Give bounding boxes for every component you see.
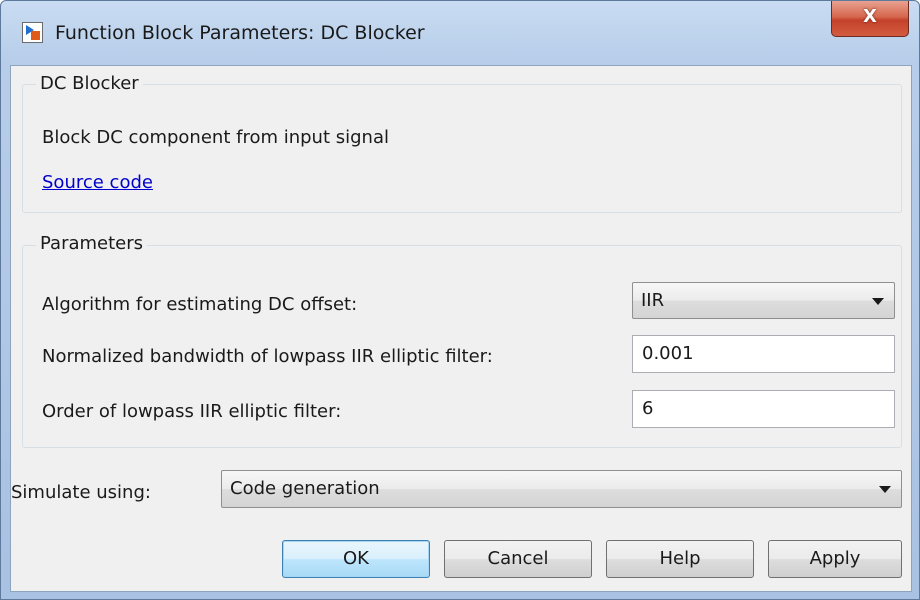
algorithm-label: Algorithm for estimating DC offset: (42, 294, 358, 315)
close-icon: X (863, 6, 877, 27)
simulate-using-value: Code generation (230, 478, 380, 499)
block-description-text: Block DC component from input signal (42, 127, 389, 148)
order-input[interactable]: 6 (632, 390, 895, 428)
help-button[interactable]: Help (606, 540, 754, 578)
algorithm-value: IIR (641, 290, 665, 311)
bandwidth-label: Normalized bandwidth of lowpass IIR elli… (42, 346, 493, 367)
ok-button[interactable]: OK (282, 540, 430, 578)
window-title: Function Block Parameters: DC Blocker (55, 22, 425, 44)
close-button[interactable]: X (831, 1, 909, 37)
cancel-button[interactable]: Cancel (444, 540, 592, 578)
parameters-group-label: Parameters (36, 233, 148, 254)
block-description-group (22, 84, 902, 213)
source-code-link[interactable]: Source code (42, 172, 153, 193)
order-label: Order of lowpass IIR elliptic filter: (42, 401, 342, 422)
dialog-window: Function Block Parameters: DC Blocker X … (0, 0, 920, 600)
dialog-client-area: DC Blocker Block DC component from input… (10, 65, 912, 592)
algorithm-dropdown[interactable]: IIR (632, 282, 895, 319)
title-bar[interactable]: Function Block Parameters: DC Blocker (1, 1, 919, 65)
simulate-using-dropdown[interactable]: Code generation (221, 470, 902, 508)
bandwidth-input[interactable]: 0.001 (632, 335, 895, 373)
apply-button[interactable]: Apply (768, 540, 902, 578)
chevron-down-icon (879, 486, 891, 493)
block-group-label: DC Blocker (36, 73, 143, 94)
simulink-block-icon (22, 22, 43, 43)
chevron-down-icon (872, 298, 884, 305)
simulate-using-label: Simulate using: (11, 482, 151, 503)
